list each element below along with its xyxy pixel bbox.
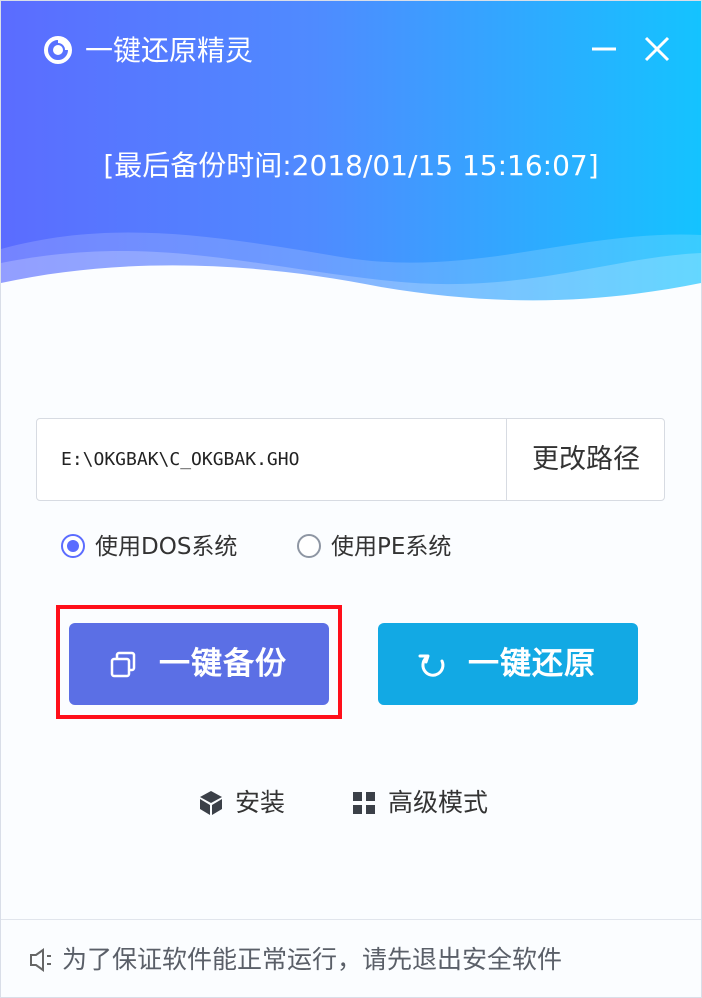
radio-dos-indicator[interactable] (61, 534, 85, 558)
last-backup-time: [最后备份时间:2018/01/15 15:16:07] (103, 149, 599, 182)
install-link-label[interactable]: 安装 (235, 785, 285, 821)
backup-button-label: 一键备份 (159, 646, 287, 682)
change-path-button[interactable]: 更改路径 (506, 419, 664, 500)
radio-pe-indicator[interactable] (297, 534, 321, 558)
app-window: 一键还原精灵 [最后备份时间:2018/01/15 15:16:07] E:\O… (0, 0, 702, 998)
window-title: 一键还原精灵 (85, 34, 254, 67)
restore-icon (418, 654, 445, 677)
minimize-button[interactable] (586, 31, 622, 67)
speaker-icon (30, 948, 51, 972)
radio-dos-label[interactable]: 使用DOS系统 (95, 532, 237, 562)
wave-decoration (1, 232, 701, 341)
restore-button-label: 一键还原 (468, 646, 596, 682)
footer-divider (1, 919, 701, 920)
advanced-mode-label[interactable]: 高级模式 (388, 785, 488, 821)
minimize-icon (592, 47, 616, 51)
install-icon (200, 791, 222, 815)
radio-pe-label[interactable]: 使用PE系统 (331, 532, 451, 562)
close-icon (644, 36, 670, 62)
close-button[interactable] (639, 31, 675, 67)
footer-notice: 为了保证软件能正常运行，请先退出安全软件 (62, 945, 563, 974)
radio-selected-dot (67, 540, 79, 552)
backup-path-input[interactable]: E:\OKGBAK\C_OKGBAK.GHO (61, 419, 299, 500)
logo-icon (44, 36, 72, 64)
copy-icon (110, 651, 136, 678)
backup-path-box[interactable]: E:\OKGBAK\C_OKGBAK.GHO 更改路径 (36, 418, 665, 501)
one-click-backup-button[interactable]: 一键备份 (69, 623, 329, 705)
grid-icon (353, 792, 375, 814)
header-banner: 一键还原精灵 [最后备份时间:2018/01/15 15:16:07] (1, 1, 701, 341)
one-click-restore-button[interactable]: 一键还原 (378, 623, 638, 705)
